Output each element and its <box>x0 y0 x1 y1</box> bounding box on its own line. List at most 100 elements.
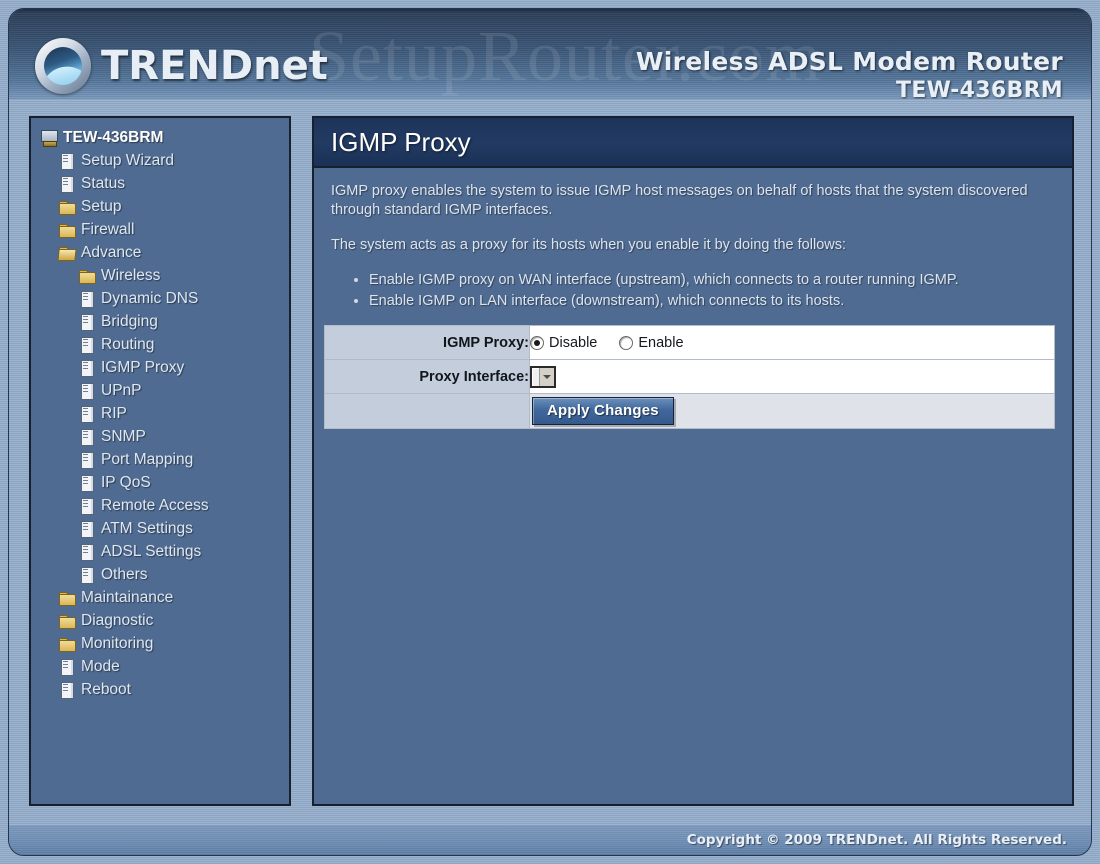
apply-changes-button[interactable]: Apply Changes <box>532 397 674 425</box>
igmp-settings-table: IGMP Proxy: Disable Enable Proxy Interfac… <box>324 325 1055 429</box>
description-bullet: Enable IGMP on LAN interface (downstream… <box>369 292 1052 311</box>
document-icon <box>78 497 96 515</box>
sidebar-item-label: Setup <box>81 197 122 215</box>
table-row-proxy-interface: Proxy Interface: <box>324 359 1055 394</box>
document-icon <box>78 382 96 400</box>
document-icon <box>78 405 96 423</box>
page-footer: Copyright © 2009 TRENDnet. All Rights Re… <box>9 825 1091 855</box>
description-paragraph-1: IGMP proxy enables the system to issue I… <box>331 183 1028 218</box>
description-bullet: Enable IGMP proxy on WAN interface (upst… <box>369 271 1052 290</box>
main-content-panel: IGMP Proxy IGMP proxy enables the system… <box>312 116 1074 806</box>
sidebar-item-label: Diagnostic <box>81 611 154 629</box>
sidebar-item-label: Advance <box>81 243 142 261</box>
igmp-proxy-radio-disable[interactable]: Disable <box>530 335 597 351</box>
chevron-down-icon <box>539 367 554 386</box>
sidebar-item-label: Bridging <box>101 312 158 330</box>
router-admin-page: SetupRouter.com TRENDnet Wireless ADSL M… <box>0 0 1100 864</box>
table-row-actions: Apply Changes <box>324 393 1055 429</box>
brand-logo: TRENDnet <box>35 38 328 94</box>
igmp-proxy-label: IGMP Proxy: <box>324 325 530 360</box>
sidebar-item-label: SNMP <box>101 427 146 445</box>
document-icon <box>78 313 96 331</box>
description-paragraph-2: The system acts as a proxy for its hosts… <box>331 237 847 253</box>
document-icon <box>78 336 96 354</box>
igmp-proxy-radio-enable[interactable]: Enable <box>619 335 684 351</box>
sidebar-item-igmp-proxy[interactable]: IGMP Proxy <box>37 356 289 379</box>
document-icon <box>78 290 96 308</box>
sidebar-item-ip-qos[interactable]: IP QoS <box>37 471 289 494</box>
product-identity: Wireless ADSL Modem Router TEW-436BRM <box>636 47 1063 99</box>
sidebar-item-upnp[interactable]: UPnP <box>37 379 289 402</box>
sidebar-item-mode[interactable]: Mode <box>37 655 289 678</box>
sidebar-item-diagnostic[interactable]: Diagnostic <box>37 609 289 632</box>
sidebar-item-label: Status <box>81 174 125 192</box>
copyright-text: Copyright © 2009 TRENDnet. All Rights Re… <box>686 832 1067 848</box>
page-title: IGMP Proxy <box>331 126 471 157</box>
document-icon <box>58 681 76 699</box>
description-bullet-list: Enable IGMP proxy on WAN interface (upst… <box>331 271 1052 311</box>
sidebar-item-label: UPnP <box>101 381 142 399</box>
sidebar-item-label: Mode <box>81 657 120 675</box>
folder-icon <box>78 267 96 284</box>
sidebar-item-label: Routing <box>101 335 155 353</box>
document-icon <box>58 175 76 193</box>
actions-label-spacer <box>324 393 530 429</box>
sidebar-item-status[interactable]: Status <box>37 172 289 195</box>
sidebar-item-label: RIP <box>101 404 127 422</box>
sidebar-item-setup-wizard[interactable]: Setup Wizard <box>37 149 289 172</box>
igmp-proxy-radio-group[interactable]: Disable Enable <box>530 335 1054 351</box>
sidebar-item-bridging[interactable]: Bridging <box>37 310 289 333</box>
navigation-sidebar[interactable]: TEW-436BRM Setup Wizard Status Setup Firewal… <box>29 116 291 806</box>
sidebar-item-atm-settings[interactable]: ATM Settings <box>37 517 289 540</box>
sidebar-item-label: TEW-436BRM <box>63 128 164 146</box>
sidebar-item-rip[interactable]: RIP <box>37 402 289 425</box>
sidebar-item-label: Dynamic DNS <box>101 289 199 307</box>
sidebar-item-label: ATM Settings <box>101 519 193 537</box>
sidebar-item-wireless[interactable]: Wireless <box>37 264 289 287</box>
page-description: IGMP proxy enables the system to issue I… <box>314 168 1072 311</box>
proxy-interface-label: Proxy Interface: <box>324 359 530 394</box>
document-icon <box>78 359 96 377</box>
table-row-igmp-proxy: IGMP Proxy: Disable Enable <box>324 325 1055 360</box>
document-icon <box>78 474 96 492</box>
document-icon <box>78 451 96 469</box>
actions-cell: Apply Changes <box>529 393 1055 429</box>
proxy-interface-value-cell <box>529 359 1055 394</box>
sidebar-item-monitoring[interactable]: Monitoring <box>37 632 289 655</box>
sidebar-item-maintainance[interactable]: Maintainance <box>37 586 289 609</box>
proxy-interface-select[interactable] <box>530 365 556 388</box>
sidebar-item-tew-436brm[interactable]: TEW-436BRM <box>37 126 289 149</box>
sidebar-item-remote-access[interactable]: Remote Access <box>37 494 289 517</box>
folder-icon <box>58 198 76 215</box>
sidebar-item-label: Reboot <box>81 680 131 698</box>
sidebar-item-label: Wireless <box>101 266 161 284</box>
sidebar-item-firewall[interactable]: Firewall <box>37 218 289 241</box>
sidebar-item-label: Remote Access <box>101 496 209 514</box>
page-header: SetupRouter.com TRENDnet Wireless ADSL M… <box>9 9 1091 99</box>
page-title-bar: IGMP Proxy <box>314 118 1072 168</box>
sidebar-item-label: Maintainance <box>81 588 174 606</box>
sidebar-item-dynamic-dns[interactable]: Dynamic DNS <box>37 287 289 310</box>
document-icon <box>58 152 76 170</box>
sidebar-item-reboot[interactable]: Reboot <box>37 678 289 701</box>
sidebar-item-adsl-settings[interactable]: ADSL Settings <box>37 540 289 563</box>
radio-button-icon[interactable] <box>619 335 634 350</box>
document-icon <box>78 520 96 538</box>
folder-icon <box>58 589 76 606</box>
product-model: TEW-436BRM <box>896 78 1063 99</box>
radio-label: Disable <box>549 334 598 351</box>
radio-button-icon[interactable] <box>530 335 544 350</box>
document-icon <box>58 658 76 676</box>
sidebar-item-snmp[interactable]: SNMP <box>37 425 289 448</box>
sidebar-item-label: IGMP Proxy <box>101 358 185 376</box>
sidebar-item-setup[interactable]: Setup <box>37 195 289 218</box>
folder-icon <box>58 612 76 629</box>
sidebar-item-routing[interactable]: Routing <box>37 333 289 356</box>
igmp-proxy-value-cell: Disable Enable <box>529 325 1055 360</box>
sidebar-item-label: Others <box>101 565 148 583</box>
folder-icon <box>58 221 76 238</box>
sidebar-item-advance[interactable]: Advance <box>37 241 289 264</box>
sidebar-item-label: ADSL Settings <box>101 542 202 560</box>
sidebar-item-others[interactable]: Others <box>37 563 289 586</box>
sidebar-item-port-mapping[interactable]: Port Mapping <box>37 448 289 471</box>
